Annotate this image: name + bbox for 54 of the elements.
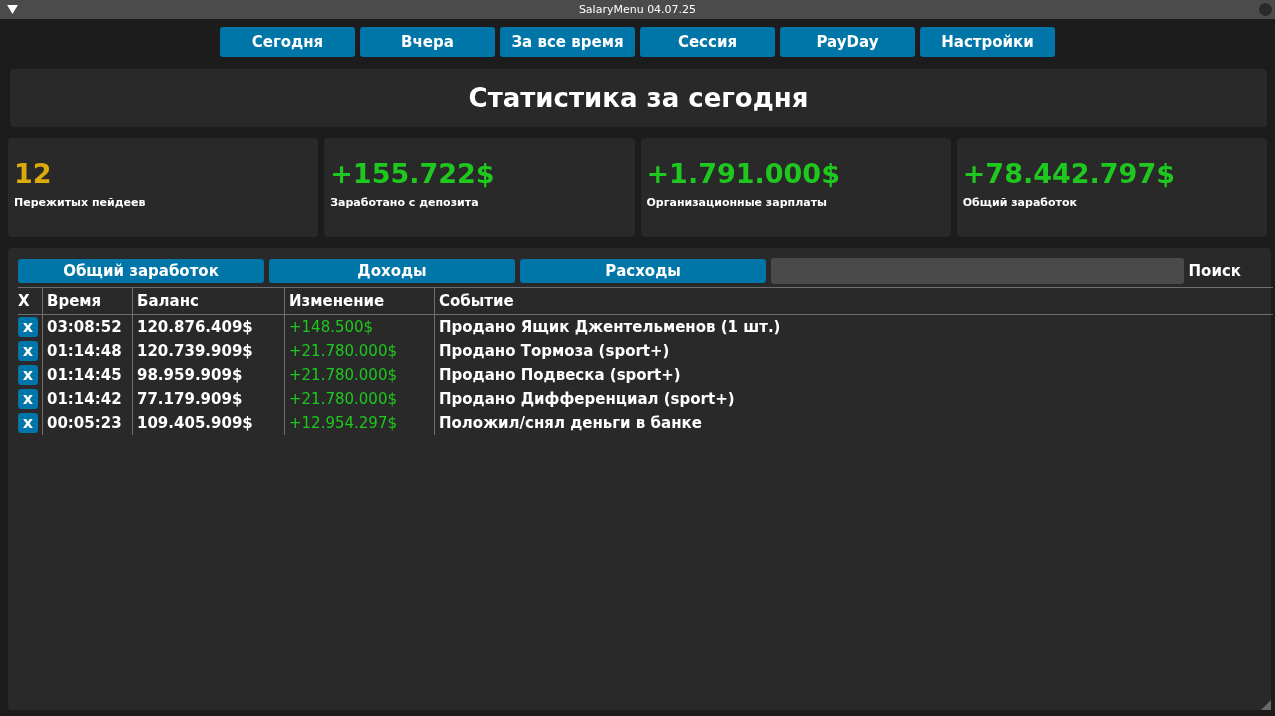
filter-button[interactable]: Общий заработок bbox=[18, 259, 264, 283]
table-cell: +21.780.000$ bbox=[284, 363, 435, 387]
table-cell: 01:14:48 bbox=[42, 339, 133, 363]
table-cell: Продано Дифференциал (sport+) bbox=[434, 387, 1273, 411]
stat-label: Пережитых пейдеев bbox=[14, 196, 146, 209]
table-cell: 109.405.909$ bbox=[132, 411, 285, 435]
delete-button[interactable]: x bbox=[18, 413, 38, 433]
window-button[interactable] bbox=[1259, 3, 1272, 16]
nav-button[interactable]: Вчера bbox=[360, 27, 495, 57]
table-cell: 77.179.909$ bbox=[132, 387, 285, 411]
table-cell: +21.780.000$ bbox=[284, 339, 435, 363]
stat-label: Общий заработок bbox=[962, 196, 1077, 209]
table-cell: 01:14:42 bbox=[42, 387, 133, 411]
table-cell: +21.780.000$ bbox=[284, 387, 435, 411]
nav-button[interactable]: Сессия bbox=[640, 27, 775, 57]
table-cell: Продано Тормоза (sport+) bbox=[434, 339, 1273, 363]
table-cell: 120.876.409$ bbox=[132, 314, 285, 339]
window-title: SalaryMenu 04.07.25 bbox=[578, 3, 697, 16]
table-cell: 120.739.909$ bbox=[132, 339, 285, 363]
search-field[interactable] bbox=[771, 258, 1184, 284]
table-cell: Положил/снял деньги в банке bbox=[434, 411, 1273, 435]
nav-button[interactable]: Сегодня bbox=[220, 27, 355, 57]
table-cell: 00:05:23 bbox=[42, 411, 133, 435]
stat-value: +1.791.000$ bbox=[646, 158, 840, 190]
table-cell: 01:14:45 bbox=[42, 363, 133, 387]
table-cell: Продано Подвеска (sport+) bbox=[434, 363, 1273, 387]
column-header: Время bbox=[42, 287, 133, 315]
nav-button[interactable]: Настройки bbox=[920, 27, 1055, 57]
nav-button[interactable]: За все время bbox=[500, 27, 635, 57]
stat-label: Заработано с депозита bbox=[330, 196, 479, 209]
search-label: Поиск bbox=[1188, 262, 1241, 280]
column-header: Баланс bbox=[132, 287, 285, 315]
column-header: X bbox=[18, 287, 43, 315]
table-cell: 03:08:52 bbox=[42, 314, 133, 339]
table-cell: 98.959.909$ bbox=[132, 363, 285, 387]
resize-grip[interactable] bbox=[1261, 700, 1271, 710]
stat-value: +78.442.797$ bbox=[962, 158, 1175, 190]
stat-value: +155.722$ bbox=[330, 158, 495, 190]
delete-button[interactable]: x bbox=[18, 389, 38, 409]
delete-button[interactable]: x bbox=[18, 317, 38, 337]
column-header: Изменение bbox=[284, 287, 435, 315]
table-cell: Продано Ящик Джентельменов (1 шт.) bbox=[434, 314, 1273, 339]
page-heading: Статистика за сегодня bbox=[468, 83, 809, 113]
filter-button[interactable]: Доходы bbox=[269, 259, 515, 283]
table-cell: +148.500$ bbox=[284, 314, 435, 339]
column-header: Событие bbox=[434, 287, 1273, 315]
nav-button[interactable]: PayDay bbox=[780, 27, 915, 57]
delete-button[interactable]: x bbox=[18, 341, 38, 361]
stat-label: Организационные зарплаты bbox=[646, 196, 827, 209]
collapse-icon[interactable] bbox=[7, 5, 18, 14]
delete-button[interactable]: x bbox=[18, 365, 38, 385]
stat-value: 12 bbox=[14, 158, 52, 190]
filter-button[interactable]: Расходы bbox=[520, 259, 766, 283]
table-cell: +12.954.297$ bbox=[284, 411, 435, 435]
